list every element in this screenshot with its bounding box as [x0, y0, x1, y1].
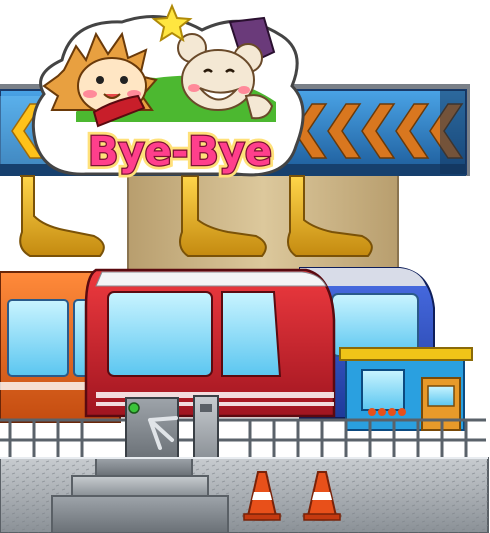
turnstile: [125, 395, 219, 461]
red-car: [84, 268, 336, 418]
metal-platform: [0, 457, 489, 533]
bye-bye-sign: Bye-Bye Bye-Bye: [31, 3, 305, 179]
sign-text: Bye-Bye: [88, 129, 272, 175]
bye-bye-ride-scene: Bye-Bye Bye-Bye: [0, 3, 489, 533]
ticket-booth: [339, 347, 473, 431]
